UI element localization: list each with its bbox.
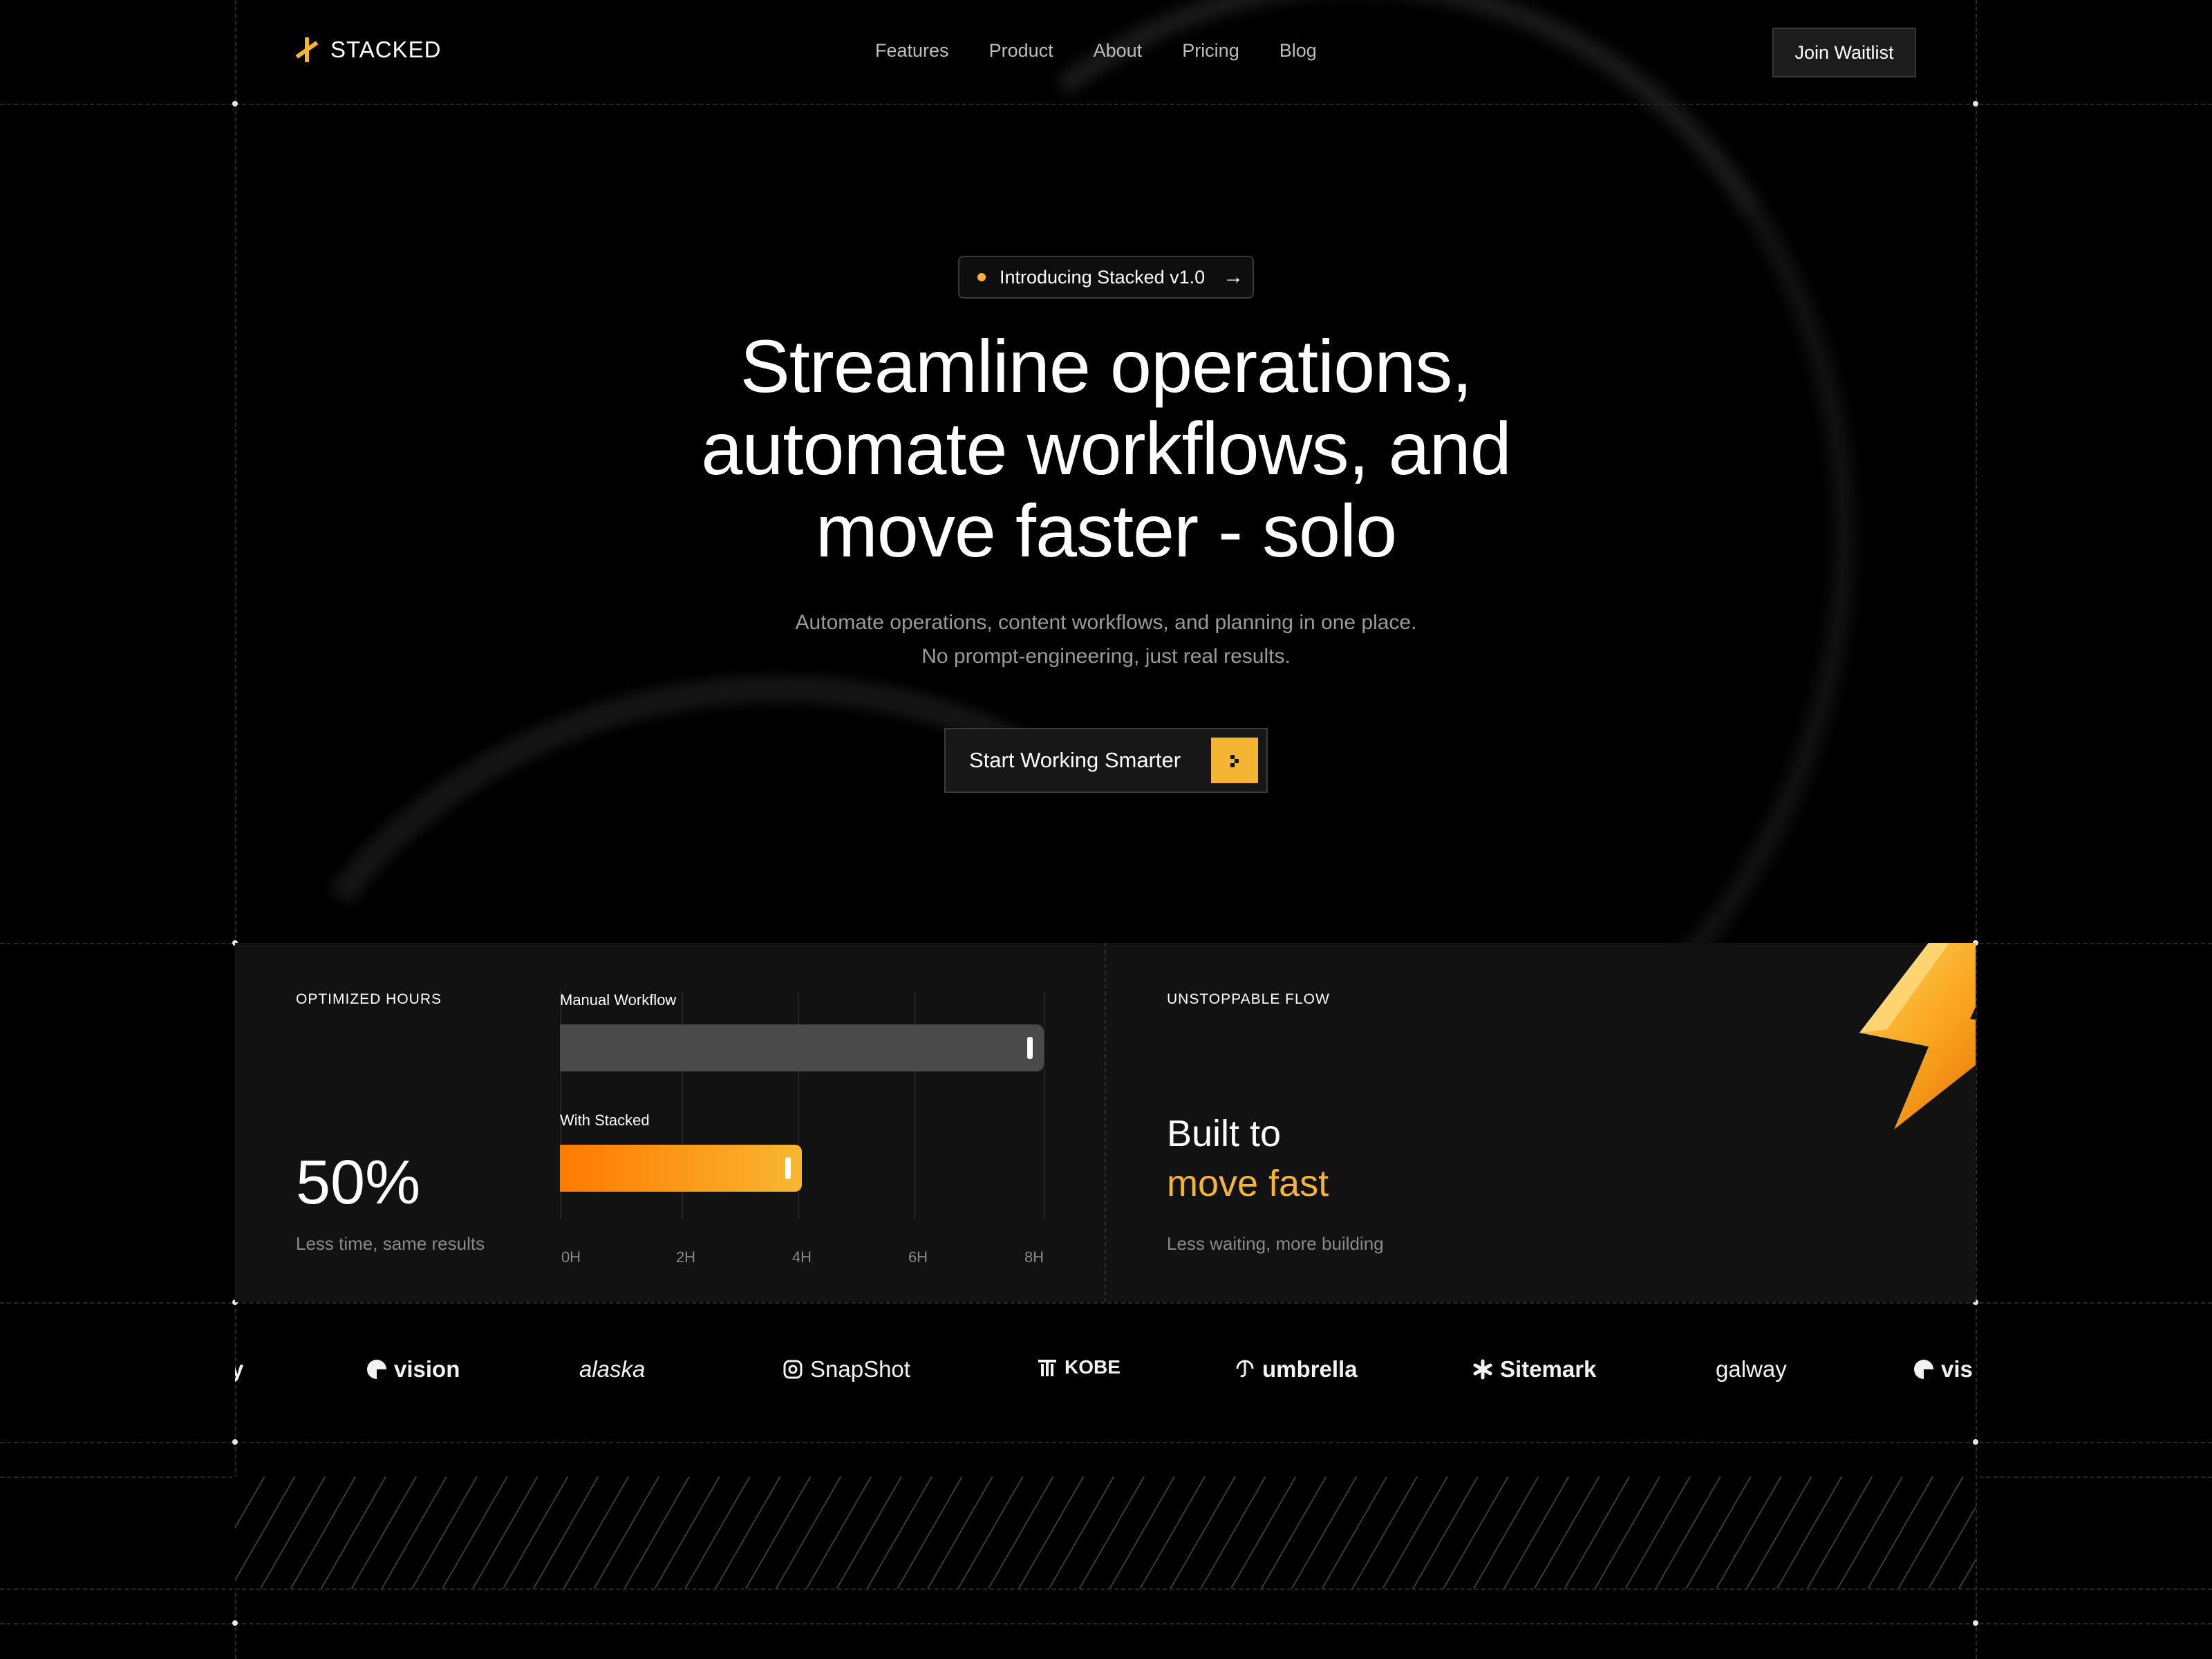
brand-logo[interactable]: STACKED — [293, 36, 441, 64]
stacked-logo-icon — [293, 36, 321, 64]
vision-logo-icon — [366, 1359, 387, 1380]
partner-logo: y — [235, 1356, 243, 1382]
guide-line — [0, 1623, 2212, 1624]
stats-section: OPTIMIZED HOURS 50% Less time, same resu… — [235, 943, 1976, 1302]
top-nav: STACKED Features Product About Pricing B… — [0, 0, 2212, 104]
guide-line — [0, 104, 2212, 105]
logo-strip: y vision alaska SnapShot KOBE umbrella S… — [235, 1304, 1976, 1442]
start-working-smarter-button[interactable]: Start Working Smarter — [944, 728, 1268, 793]
guide-dot — [1973, 1620, 1978, 1626]
nav-links: Features Product About Pricing Blog — [875, 40, 1317, 62]
partner-logo-snapshot: SnapShot — [782, 1356, 910, 1382]
status-dot-icon — [977, 273, 986, 281]
hatched-divider — [235, 1477, 1976, 1588]
guide-line — [0, 1588, 2212, 1590]
hours-bar-chart: Manual Workflow With Stacked 0H 2H 4H 6H… — [560, 991, 1048, 1268]
chart-gridline — [1044, 991, 1045, 1219]
brand-name: STACKED — [330, 37, 442, 62]
join-waitlist-button[interactable]: Join Waitlist — [1772, 28, 1916, 77]
partner-logo-name: umbrella — [1262, 1356, 1358, 1382]
nav-link-blog[interactable]: Blog — [1280, 40, 1317, 62]
announcement-text: Introducing Stacked v1.0 — [1000, 266, 1206, 288]
headline-line: automate workflows, and — [701, 406, 1512, 490]
hero-subtitle: Automate operations, content workflows, … — [622, 606, 1590, 673]
nav-link-features[interactable]: Features — [875, 40, 949, 62]
camera-logo-icon — [782, 1359, 803, 1380]
partner-logo-name: SnapShot — [810, 1356, 910, 1382]
partner-logo-umbrella: umbrella — [1235, 1356, 1358, 1382]
partner-logo-name: y — [235, 1356, 244, 1382]
partner-logo-sitemark: Sitemark — [1472, 1356, 1596, 1382]
partner-logo-name: galway — [1716, 1356, 1787, 1382]
flow-title-line2: move fast — [1167, 1163, 1329, 1204]
tick-label: 2H — [675, 1248, 696, 1266]
announcement-pill[interactable]: Introducing Stacked v1.0 → — [958, 256, 1254, 299]
flow-title-line1: Built to — [1167, 1113, 1282, 1154]
asterisk-logo-icon — [1472, 1359, 1493, 1380]
hero-headline: Streamline operations, automate workflow… — [553, 325, 1659, 572]
bar-handle — [1027, 1037, 1033, 1059]
partner-logo-vision-repeat: vis — [1913, 1356, 1973, 1382]
optimized-hours-eyebrow: OPTIMIZED HOURS — [296, 991, 442, 1007]
tick-label: 6H — [908, 1248, 928, 1266]
guide-line — [1976, 0, 1977, 1659]
tick-label: 4H — [791, 1248, 812, 1266]
partner-logo-name: Sitemark — [1500, 1356, 1597, 1382]
stats-divider — [1105, 943, 1106, 1302]
bar-label-stacked: With Stacked — [560, 1112, 650, 1129]
guide-line — [0, 1442, 2212, 1443]
headline-line: Streamline operations, — [740, 324, 1473, 408]
bar-with-stacked — [560, 1145, 802, 1192]
flow-title: Built to move fast — [1167, 1109, 1329, 1208]
partner-logo-name: vision — [394, 1356, 460, 1382]
optimized-caption: Less time, same results — [296, 1233, 485, 1254]
headline-line: move faster - solo — [815, 489, 1397, 572]
play-arrow-icon — [1211, 738, 1258, 783]
partner-logo-alaska: alaska — [579, 1356, 645, 1382]
bar-manual-workflow — [560, 1024, 1044, 1071]
partner-logo-name: alaska — [579, 1356, 646, 1382]
lightning-bolt-icon — [1825, 943, 1976, 1136]
subtitle-line: Automate operations, content workflows, … — [795, 611, 1417, 634]
bar-label-manual: Manual Workflow — [560, 991, 677, 1009]
partner-logo-name: KOBE — [1065, 1356, 1121, 1378]
arrow-right-icon: → — [1223, 265, 1244, 288]
optimized-percentage: 50% — [296, 1148, 421, 1217]
partner-logo-vision: vision — [366, 1356, 460, 1382]
umbrella-logo-icon — [1235, 1359, 1255, 1380]
partner-logo-kobe: KOBE — [1037, 1356, 1121, 1378]
flow-caption: Less waiting, more building — [1167, 1233, 1384, 1254]
cta-label: Start Working Smarter — [969, 748, 1181, 772]
guide-dot — [232, 1620, 238, 1626]
tick-label: 0H — [561, 1248, 581, 1266]
partner-logo-galway: galway — [1716, 1356, 1787, 1382]
tick-label: 8H — [1024, 1248, 1044, 1266]
kobe-logo-icon — [1037, 1357, 1058, 1378]
bar-handle — [785, 1157, 791, 1179]
nav-link-about[interactable]: About — [1094, 40, 1143, 62]
nav-link-pricing[interactable]: Pricing — [1182, 40, 1239, 62]
partner-logo-name: vis — [1941, 1356, 1973, 1382]
unstoppable-flow-eyebrow: UNSTOPPABLE FLOW — [1167, 991, 1330, 1007]
nav-link-product[interactable]: Product — [989, 40, 1053, 62]
landing-page: STACKED Features Product About Pricing B… — [0, 0, 2212, 1659]
vision-logo-icon — [1913, 1359, 1934, 1380]
subtitle-line: No prompt-engineering, just real results… — [921, 645, 1291, 668]
